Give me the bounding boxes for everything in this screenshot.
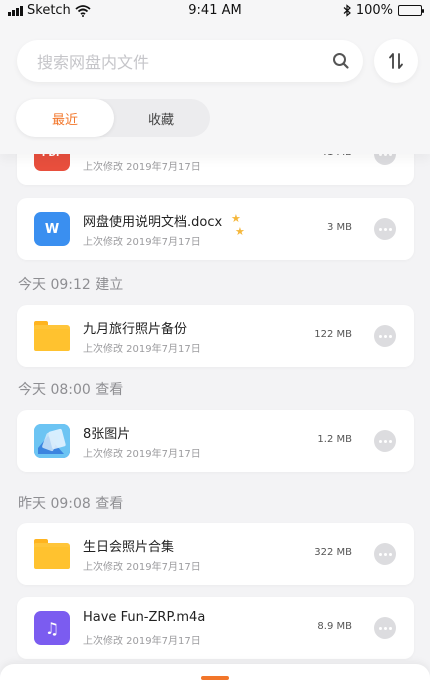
- file-size: 1.2 MB: [317, 434, 352, 445]
- file-meta: 上次修改 2019年7月17日: [83, 237, 201, 248]
- tab-bar: 收藏 最近: [16, 99, 210, 137]
- star-icon: ★: [235, 225, 245, 238]
- file-size: 122 MB: [314, 329, 352, 340]
- more-button[interactable]: [374, 430, 396, 452]
- file-size: 322 MB: [314, 547, 352, 558]
- file-meta: 上次修改 2019年7月17日: [83, 449, 201, 460]
- more-button[interactable]: [374, 218, 396, 240]
- search-icon[interactable]: [331, 51, 351, 71]
- tab-favorites[interactable]: 收藏: [112, 99, 210, 137]
- battery-percent: 100%: [355, 3, 393, 18]
- tab-recent[interactable]: 最近: [16, 99, 114, 137]
- sort-icon: [389, 53, 403, 69]
- search-input[interactable]: [35, 40, 319, 84]
- file-meta: 上次修改 2019年7月17日: [83, 636, 201, 647]
- more-button[interactable]: [374, 543, 396, 565]
- search-bar[interactable]: [17, 40, 363, 84]
- more-button[interactable]: [374, 617, 396, 639]
- file-card-folder[interactable]: 生日会照片合集 上次修改 2019年7月17日 322 MB: [17, 523, 414, 585]
- section-label: 今天 09:12 建立: [18, 277, 124, 293]
- file-meta: 上次修改 2019年7月17日: [83, 562, 201, 573]
- status-right: 100%: [343, 3, 424, 18]
- favorite-stars: ★ ★: [231, 212, 245, 238]
- file-card-folder[interactable]: 九月旅行照片备份 上次修改 2019年7月17日 122 MB: [17, 305, 414, 367]
- file-name: 九月旅行照片备份: [83, 322, 188, 337]
- folder-icon: [34, 319, 70, 353]
- file-size: 3 MB: [326, 222, 352, 233]
- file-card-images[interactable]: 8张图片 上次修改 2019年7月17日 1.2 MB: [17, 410, 414, 472]
- bottom-tab-bar: [0, 664, 430, 680]
- file-meta: 上次修改 2019年7月17日: [83, 162, 201, 173]
- file-size: 8.9 MB: [317, 621, 352, 632]
- header: 收藏 最近: [0, 22, 430, 154]
- section-label: 今天 08:00 查看: [18, 382, 124, 398]
- section-label: 昨天 09:08 查看: [18, 496, 124, 512]
- file-card-docx[interactable]: W 网盘使用说明文档.docx ★ ★ 上次修改 2019年7月17日 3 MB: [17, 198, 414, 260]
- word-badge-label: W: [44, 221, 60, 237]
- file-meta: 上次修改 2019年7月17日: [83, 344, 201, 355]
- file-card-music[interactable]: ♫ Have Fun-ZRP.m4a 上次修改 2019年7月17日 8.9 M…: [17, 597, 414, 659]
- sort-button[interactable]: [374, 39, 418, 83]
- folder-icon: [34, 537, 70, 571]
- file-name: 生日会照片合集: [83, 540, 175, 555]
- star-icon: ★: [231, 212, 241, 225]
- music-icon: ♫: [34, 611, 70, 645]
- more-button[interactable]: [374, 325, 396, 347]
- file-name: 网盘使用说明文档.docx: [83, 215, 223, 230]
- bluetooth-icon: [343, 4, 351, 17]
- image-icon: [34, 424, 70, 458]
- image-thumbnail: [34, 424, 70, 458]
- file-name: 8张图片: [83, 427, 131, 442]
- file-name: Have Fun-ZRP.m4a: [83, 610, 206, 625]
- bottom-active-indicator: [201, 676, 229, 680]
- music-badge-label: ♫: [44, 618, 60, 638]
- word-icon: W: [34, 212, 70, 246]
- battery-icon: [398, 5, 424, 16]
- status-bar: Sketch 9:41 AM 100%: [0, 0, 430, 22]
